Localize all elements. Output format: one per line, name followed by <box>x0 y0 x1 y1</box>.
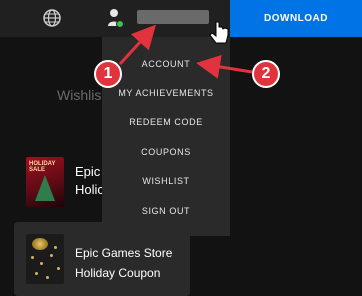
coupon-thumbnail <box>26 234 64 284</box>
annotation-badge-2: 2 <box>252 60 280 88</box>
account-dropdown-menu: ACCOUNT MY ACHIEVEMENTS REDEEM CODE COUP… <box>102 37 230 236</box>
top-navigation-bar: DOWNLOAD <box>0 0 362 37</box>
coupon-card-title: Epic Games Store Holiday Coupon <box>75 246 173 280</box>
menu-item-my-achievements[interactable]: MY ACHIEVEMENTS <box>102 78 230 107</box>
annotation-badge-1: 1 <box>94 60 122 88</box>
thumbnail-text: HOLIDAY SALE <box>29 161 56 173</box>
menu-item-wishlist[interactable]: WISHLIST <box>102 166 230 195</box>
gift-bow-icon <box>32 238 48 250</box>
username-redacted[interactable] <box>137 10 209 24</box>
holiday-sale-thumbnail: HOLIDAY SALE <box>26 157 64 207</box>
menu-item-coupons[interactable]: COUPONS <box>102 137 230 166</box>
menu-item-redeem-code[interactable]: REDEEM CODE <box>102 107 230 136</box>
wishlist-heading: Wishlis <box>57 87 102 103</box>
game-card-title: Epic Holic <box>75 164 104 197</box>
menu-item-sign-out[interactable]: SIGN OUT <box>102 196 230 225</box>
download-button[interactable]: DOWNLOAD <box>230 0 362 37</box>
christmas-tree-icon <box>35 175 55 201</box>
user-icon[interactable] <box>107 7 125 29</box>
globe-icon[interactable] <box>42 8 62 28</box>
